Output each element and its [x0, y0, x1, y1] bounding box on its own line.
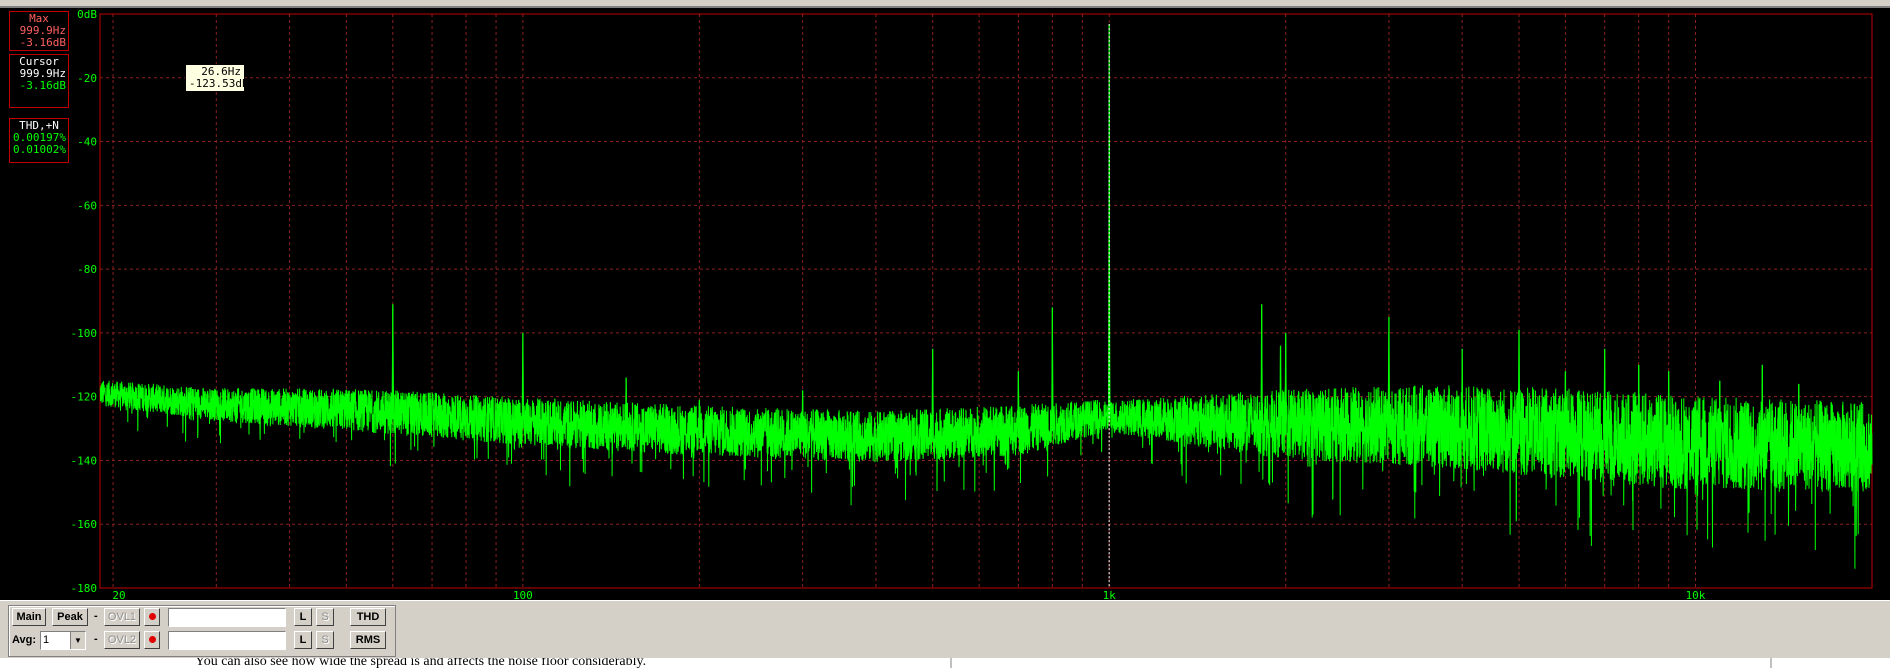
- dash-separator-1: -: [94, 610, 98, 622]
- x-tick-label: 100: [513, 589, 533, 600]
- avg-label: Avg:: [12, 634, 37, 646]
- red-dot-icon: [149, 613, 156, 620]
- thd-button[interactable]: THD: [350, 608, 386, 626]
- avg-select[interactable]: 1 ▼: [40, 631, 86, 650]
- main-button[interactable]: Main: [12, 608, 46, 626]
- x-tick-label: 20: [112, 589, 125, 600]
- y-tick-label: -180: [71, 582, 98, 595]
- max-readout-box: Max 999.9Hz -3.16dB: [9, 11, 69, 51]
- spectrum-trace: [99, 84, 1873, 569]
- record-indicator-2[interactable]: [144, 631, 160, 649]
- cursor-tooltip: 26.6Hz -123.53dB: [185, 64, 249, 92]
- y-tick-label: -160: [71, 518, 98, 531]
- control-panel: Main Peak - OVL1 L S THD Avg: 1 ▼ - OVL2…: [0, 600, 1890, 659]
- x-tick-label: 10k: [1686, 589, 1706, 600]
- y-tick-label: -120: [71, 391, 98, 404]
- x-tick-label: 1k: [1103, 589, 1117, 600]
- peak-button[interactable]: Peak: [52, 608, 88, 626]
- avg-select-value: 1: [43, 634, 50, 646]
- dash-separator-2: -: [94, 633, 98, 645]
- l-button-2[interactable]: L: [294, 631, 312, 649]
- cursor-readout-level: -3.16dB: [19, 79, 66, 92]
- spectrum-chart[interactable]: 0dB -20 -40 -60 -80 -100 -120 -140 -160 -180 20 100…: [0, 8, 1890, 600]
- page-text-strip: You can also see how wide the spread is …: [0, 658, 1890, 668]
- l-button-1[interactable]: L: [294, 608, 312, 626]
- channel1-field[interactable]: [168, 608, 286, 627]
- strip-divider: [1770, 658, 1772, 668]
- spectrum-plot-area[interactable]: 0dB -20 -40 -60 -80 -100 -120 -140 -160 -180 20 100…: [0, 8, 1890, 600]
- red-dot-icon: [149, 636, 156, 643]
- ovl2-button[interactable]: OVL2: [104, 631, 140, 649]
- ovl1-button[interactable]: OVL1: [104, 608, 140, 626]
- window-top-border: [0, 0, 1890, 8]
- below-text: You can also see how wide the spread is …: [195, 658, 647, 668]
- s-button-1[interactable]: S: [316, 608, 334, 626]
- y-tick-label: -20: [77, 72, 97, 85]
- thd-readout-box: THD,+N 0.00197% 0.01002%: [9, 118, 69, 163]
- y-tick-label: -140: [71, 454, 98, 467]
- y-tick-label: -80: [77, 263, 97, 276]
- thdn-value: 0.01002%: [13, 143, 66, 156]
- max-readout-level: -3.16dB: [19, 36, 66, 49]
- s-button-2[interactable]: S: [316, 631, 334, 649]
- y-tick-label: -60: [77, 199, 97, 212]
- chevron-down-icon[interactable]: ▼: [70, 632, 85, 649]
- plot-frame: [99, 13, 1873, 589]
- channel2-field[interactable]: [168, 631, 286, 650]
- strip-divider: [950, 658, 952, 668]
- y-tick-label: 0dB: [77, 8, 97, 21]
- tooltip-level: -123.53dB: [189, 77, 249, 90]
- rms-button[interactable]: RMS: [350, 631, 386, 649]
- record-indicator-1[interactable]: [144, 608, 160, 626]
- y-tick-label: -40: [77, 136, 97, 149]
- cursor-readout-box: Cursor 999.9Hz -3.16dB: [9, 54, 69, 108]
- y-tick-label: -100: [71, 327, 98, 340]
